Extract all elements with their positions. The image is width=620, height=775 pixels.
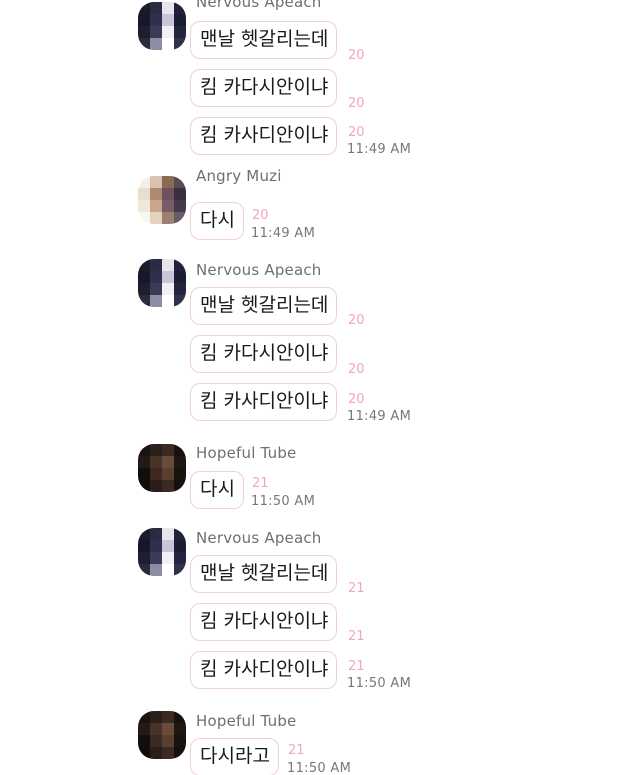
avatar[interactable] [138,176,186,224]
message-bubble[interactable]: 킴 카다시안이냐 [190,69,338,107]
unread-count: 20 [252,208,269,223]
message-timestamp: 11:49 AM [251,226,316,241]
avatar[interactable] [138,444,186,492]
message-timestamp: 11:49 AM [347,409,412,424]
message-bubble[interactable]: 킴 카다시안이냐 [190,335,338,373]
unread-count: 20 [348,96,365,111]
message-bubble[interactable]: 맨날 헷갈리는데 [190,555,338,593]
unread-count: 20 [348,125,365,140]
chat-message-list[interactable]: Nervous Apeach 맨날 헷갈리는데 20 킴 카다시안이냐 20 킴… [0,0,620,775]
unread-count: 21 [252,476,269,491]
message-bubble[interactable]: 킴 카사디안이냐 [190,383,338,421]
unread-count: 21 [288,743,305,758]
unread-count: 21 [348,581,365,596]
message-bubble[interactable]: 맨날 헷갈리는데 [190,21,338,59]
message-bubble[interactable]: 다시라고 [190,738,279,775]
avatar[interactable] [138,711,186,759]
message-bubble[interactable]: 킴 카사디안이냐 [190,651,338,689]
message-bubble[interactable]: 맨날 헷갈리는데 [190,287,338,325]
message-timestamp: 11:50 AM [287,761,352,775]
sender-name: Hopeful Tube [196,712,297,730]
sender-name: Nervous Apeach [196,261,322,279]
unread-count: 20 [348,313,365,328]
message-timestamp: 11:50 AM [251,494,316,509]
avatar[interactable] [138,259,186,307]
message-timestamp: 11:50 AM [347,676,412,691]
unread-count: 20 [348,48,365,63]
sender-name: Nervous Apeach [196,0,322,11]
message-bubble[interactable]: 킴 카다시안이냐 [190,603,338,641]
message-timestamp: 11:49 AM [347,142,412,157]
unread-count: 21 [348,629,365,644]
avatar[interactable] [138,528,186,576]
unread-count: 20 [348,362,365,377]
avatar[interactable] [138,2,186,50]
message-bubble[interactable]: 다시 [190,471,244,509]
unread-count: 21 [348,659,365,674]
sender-name: Nervous Apeach [196,529,322,547]
sender-name: Angry Muzi [196,167,282,185]
message-bubble[interactable]: 킴 카사디안이냐 [190,117,338,155]
sender-name: Hopeful Tube [196,444,297,462]
message-bubble[interactable]: 다시 [190,202,244,240]
unread-count: 20 [348,392,365,407]
